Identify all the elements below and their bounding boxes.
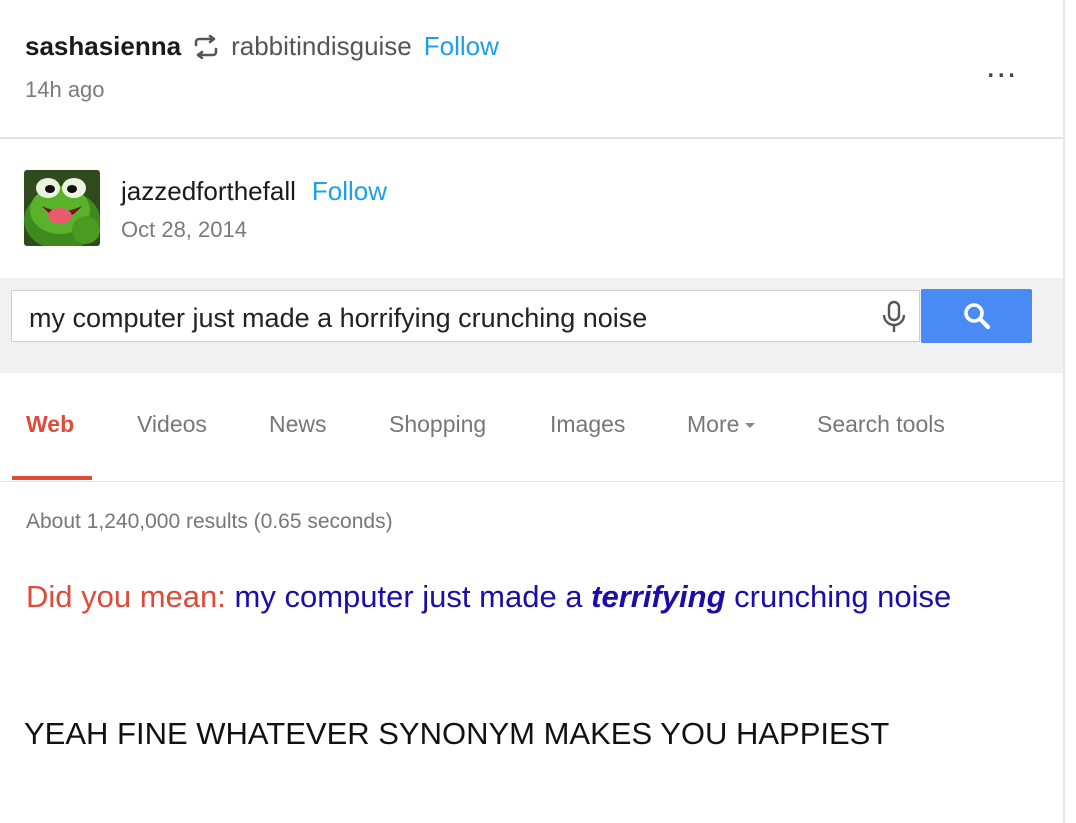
tab-search-tools[interactable]: Search tools xyxy=(817,411,945,438)
suggestion-before: my computer just made a xyxy=(234,579,583,614)
original-poster-username[interactable]: jazzedforthefall xyxy=(121,176,296,207)
tab-images[interactable]: Images xyxy=(550,411,625,438)
reblogged-from-username[interactable]: rabbitindisguise xyxy=(231,31,412,62)
follow-button-op[interactable]: Follow xyxy=(312,176,387,207)
microphone-icon[interactable] xyxy=(880,300,908,334)
result-stats: About 1,240,000 results (0.65 seconds) xyxy=(26,510,393,533)
reblog-header: sashasienna rabbitindisguise Follow 14h … xyxy=(0,0,1063,138)
search-query-text: my computer just made a horrifying crunc… xyxy=(29,303,648,333)
follow-button[interactable]: Follow xyxy=(424,31,499,62)
kermit-avatar-image xyxy=(24,170,100,246)
chevron-down-icon xyxy=(745,423,756,429)
header-divider xyxy=(0,137,1063,139)
tab-videos[interactable]: Videos xyxy=(137,411,207,438)
did-you-mean: Did you mean: my computer just made a te… xyxy=(26,578,966,616)
tab-news[interactable]: News xyxy=(269,411,327,438)
reblog-attribution: sashasienna rabbitindisguise Follow xyxy=(25,31,499,62)
google-search-input[interactable]: my computer just made a horrifying crunc… xyxy=(11,290,920,342)
right-border xyxy=(1063,0,1065,823)
did-you-mean-suggestion[interactable]: my computer just made a terrifying crunc… xyxy=(235,579,952,614)
tab-shopping[interactable]: Shopping xyxy=(389,411,486,438)
kermit-avatar[interactable] xyxy=(24,170,100,246)
suggestion-after: crunching noise xyxy=(734,579,952,614)
google-tabs: Web Videos News Shopping Images More Sea… xyxy=(0,400,1063,450)
post-timestamp[interactable]: 14h ago xyxy=(25,77,105,103)
tab-web[interactable]: Web xyxy=(26,411,74,438)
tab-more-label: More xyxy=(687,411,740,437)
original-post-date[interactable]: Oct 28, 2014 xyxy=(121,217,247,243)
reblogger-username[interactable]: sashasienna xyxy=(25,31,181,62)
did-you-mean-label: Did you mean: xyxy=(26,579,226,614)
search-icon xyxy=(963,303,990,330)
google-search-button[interactable] xyxy=(921,289,1032,343)
more-options-button[interactable]: ... xyxy=(986,49,1017,83)
reblog-icon xyxy=(194,34,218,59)
post-caption: YEAH FINE WHATEVER SYNONYM MAKES YOU HAP… xyxy=(24,716,890,751)
suggestion-emphasis: terrifying xyxy=(591,579,726,614)
tabs-divider xyxy=(0,481,1063,482)
tab-more[interactable]: More xyxy=(687,411,756,438)
active-tab-indicator xyxy=(12,476,92,480)
original-post-attribution: jazzedforthefall Follow xyxy=(121,176,387,207)
